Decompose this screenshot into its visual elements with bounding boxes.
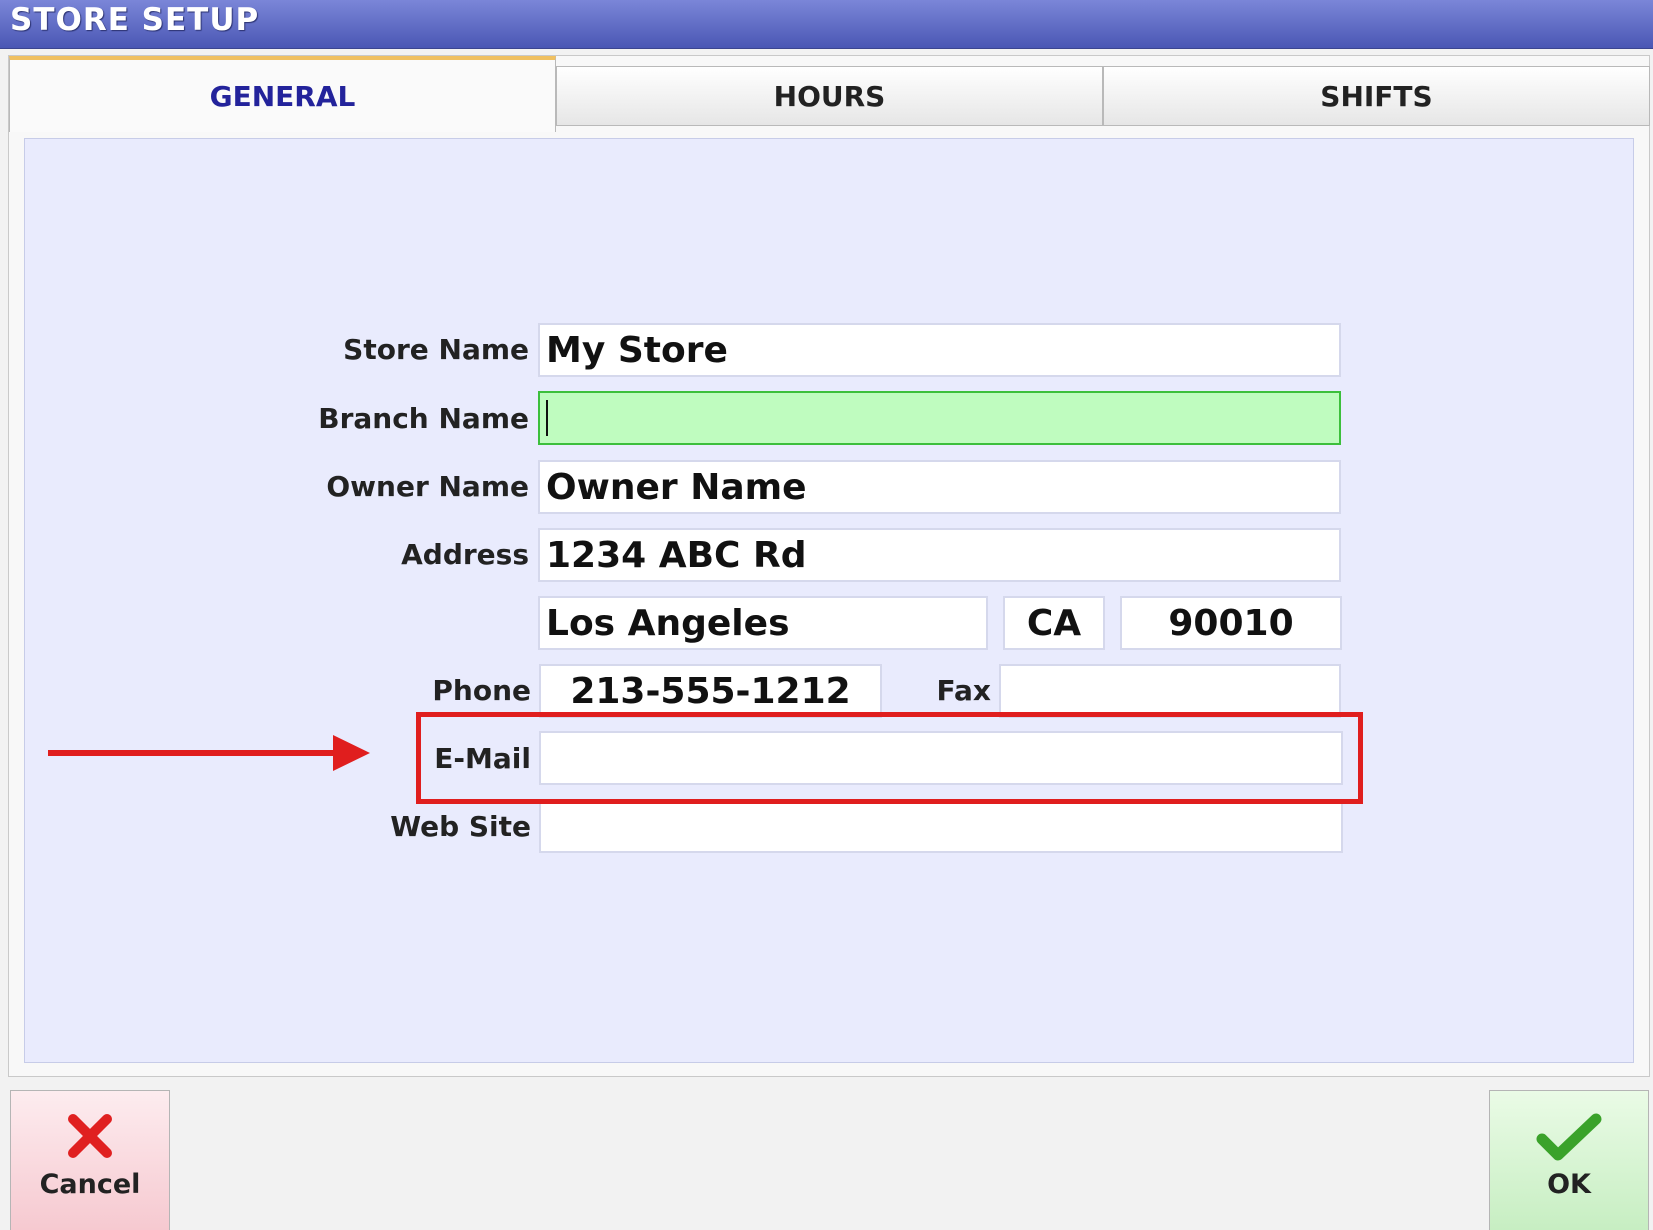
green-check-icon xyxy=(1536,1113,1602,1161)
branch-name-field[interactable] xyxy=(538,391,1341,445)
state-field[interactable]: CA xyxy=(1003,596,1105,650)
email-highlight-box xyxy=(416,712,1363,804)
tab-general[interactable]: GENERAL xyxy=(9,56,556,132)
address-label: Address xyxy=(401,538,529,571)
owner-name-field[interactable]: Owner Name xyxy=(538,460,1341,514)
store-name-label: Store Name xyxy=(343,333,529,366)
website-field[interactable] xyxy=(539,799,1343,853)
annotation-arrow-icon xyxy=(48,735,370,771)
website-label: Web Site xyxy=(390,810,531,843)
store-name-field[interactable]: My Store xyxy=(538,323,1341,377)
zip-field[interactable]: 90010 xyxy=(1120,596,1342,650)
phone-label: Phone xyxy=(432,674,531,707)
fax-label: Fax xyxy=(936,674,991,707)
cancel-label: Cancel xyxy=(39,1169,141,1200)
red-x-icon xyxy=(68,1114,112,1158)
title-bar: STORE SETUP xyxy=(0,0,1653,49)
owner-name-label: Owner Name xyxy=(326,470,529,503)
cancel-button[interactable]: Cancel xyxy=(10,1090,170,1230)
phone-field[interactable]: 213-555-1212 xyxy=(539,664,882,718)
text-cursor xyxy=(546,400,548,436)
city-field[interactable]: Los Angeles xyxy=(538,596,988,650)
tab-hours[interactable]: HOURS xyxy=(556,66,1103,126)
ok-label: OK xyxy=(1547,1169,1591,1200)
branch-name-label: Branch Name xyxy=(318,402,529,435)
address-field[interactable]: 1234 ABC Rd xyxy=(538,528,1341,582)
tab-shifts[interactable]: SHIFTS xyxy=(1103,66,1650,126)
fax-field[interactable] xyxy=(999,664,1341,718)
ok-button[interactable]: OK xyxy=(1489,1090,1649,1230)
window-title: STORE SETUP xyxy=(10,2,260,38)
